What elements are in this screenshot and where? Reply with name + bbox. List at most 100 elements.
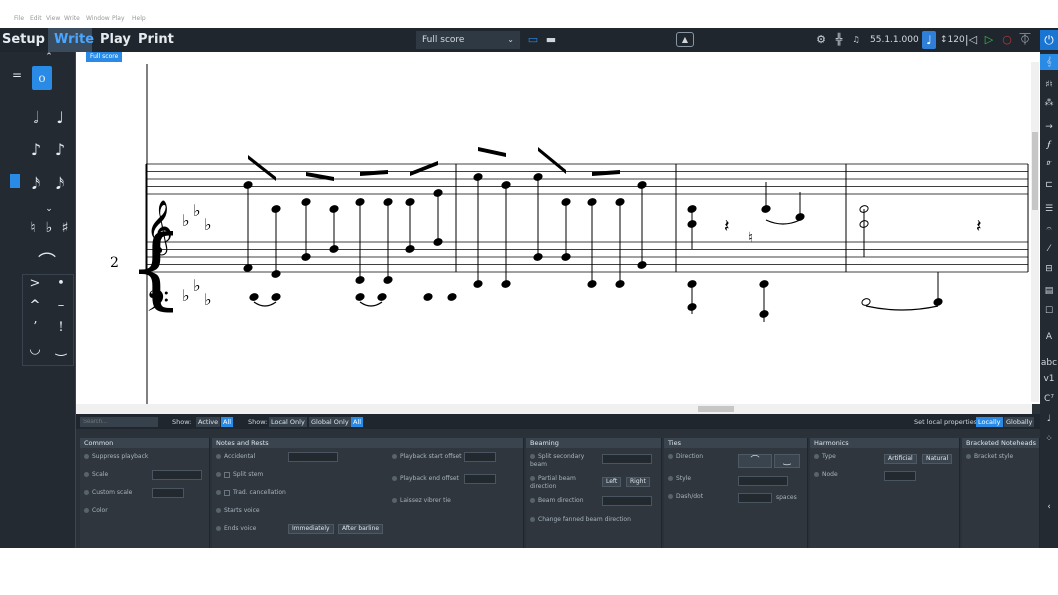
natural-button[interactable]: Natural <box>922 454 953 464</box>
clef-icon[interactable]: 𝄞 <box>1040 54 1058 70</box>
after-barline-button[interactable]: After barline <box>338 524 384 534</box>
filter-active[interactable]: Active <box>196 417 221 427</box>
dotted-icon[interactable] <box>10 174 20 188</box>
64th-note-icon[interactable]: 𝅘𝅥𝅯 <box>52 174 68 194</box>
globally-toggle[interactable]: Globally <box>1004 417 1035 427</box>
tab-print[interactable]: Print <box>132 28 174 52</box>
tab-setup[interactable]: Setup <box>0 28 48 52</box>
chord-symbol-icon[interactable]: C⁷ <box>1040 394 1058 404</box>
prop-custom-scale[interactable]: Custom scale <box>84 489 132 497</box>
filter-all[interactable]: All <box>221 417 234 427</box>
horizontal-scroll-thumb[interactable] <box>698 406 734 412</box>
prop-beam-direction[interactable]: Beam direction <box>530 497 584 505</box>
comments-icon[interactable]: ☐ <box>1040 306 1058 316</box>
menu-view[interactable]: View <box>46 15 60 22</box>
prop-suppress-playback[interactable]: Suppress playback <box>84 453 148 461</box>
prop-split-stem[interactable]: Split stem <box>216 471 263 479</box>
collapse-panel-icon[interactable]: ‹ <box>1040 502 1058 512</box>
galley-view-icon[interactable]: ▬ <box>544 32 558 48</box>
menu-write[interactable]: Write <box>64 15 80 22</box>
menu-play[interactable]: Play <box>112 15 125 22</box>
prop-laissez-vibrer[interactable]: Laissez vibrer tie <box>392 497 451 505</box>
prop-fanned-beam[interactable]: Change fanned beam direction <box>530 516 631 524</box>
custom-scale-field[interactable] <box>152 488 184 498</box>
right-button[interactable]: Right <box>626 477 650 487</box>
vertical-scrollbar[interactable] <box>1031 62 1039 402</box>
cues-icon[interactable]: ▤ <box>1040 286 1058 296</box>
menu-help[interactable]: Help <box>132 15 146 22</box>
ornaments-icon[interactable]: 𝆖 <box>1040 158 1058 168</box>
notehead-icon[interactable]: ♩ <box>1040 414 1058 424</box>
glissando-icon[interactable]: ⁄ <box>1040 244 1058 254</box>
search-input[interactable] <box>80 417 158 427</box>
prop-style[interactable]: Style <box>668 475 691 483</box>
figured-bass-icon[interactable]: ⁘ <box>1040 434 1058 444</box>
tie-icon[interactable]: ⌒ <box>32 248 62 274</box>
play-icon[interactable]: ▷ <box>982 32 996 48</box>
split-beam-field[interactable] <box>602 454 652 464</box>
prop-bracket-style[interactable]: Bracket style <box>966 453 1013 461</box>
half-note-icon[interactable]: 𝅗𝅥 <box>28 108 44 128</box>
sixteenth-note-icon[interactable]: ♪ <box>52 140 68 159</box>
prop-scale[interactable]: Scale <box>84 471 108 479</box>
menu-edit[interactable]: Edit <box>30 15 42 22</box>
prop-color[interactable]: Color <box>84 507 108 515</box>
artificial-button[interactable]: Artificial <box>884 454 917 464</box>
bars-icon[interactable]: ☰ <box>1040 204 1058 214</box>
page-view-icon[interactable]: ▭ <box>526 32 540 48</box>
prop-starts-voice[interactable]: Starts voice <box>216 507 260 515</box>
scroll-down-icon[interactable]: ⌄ <box>42 204 56 214</box>
left-button[interactable]: Left <box>602 477 622 487</box>
prop-type[interactable]: Type <box>814 453 836 461</box>
position-display[interactable]: 55.1.1.000 <box>870 32 919 48</box>
prop-node[interactable]: Node <box>814 471 838 479</box>
tempo-icon[interactable]: → <box>1040 122 1058 132</box>
repeat-icon[interactable]: ⊏ <box>1040 180 1058 190</box>
fermata-icon[interactable]: 𝄐 <box>1040 224 1058 234</box>
prop-playback-start-offset[interactable]: Playback start offset <box>392 453 462 461</box>
filter-global-only[interactable]: Global Only <box>309 417 351 427</box>
filter-all-2[interactable]: All <box>351 417 364 427</box>
horizontal-scrollbar[interactable] <box>76 404 1032 414</box>
prop-direction[interactable]: Direction <box>668 453 703 461</box>
whole-note-icon[interactable]: o <box>32 66 52 90</box>
locally-toggle[interactable]: Locally <box>976 417 1003 427</box>
time-signature-icon[interactable]: ⁂ <box>1040 98 1058 108</box>
vertical-scroll-thumb[interactable] <box>1032 132 1038 210</box>
tie-over-icon[interactable]: ⌒ <box>738 454 772 468</box>
immediately-button[interactable]: Immediately <box>288 524 334 534</box>
quarter-note-icon[interactable]: ♩ <box>52 108 68 127</box>
beam-direction-field[interactable] <box>602 496 652 506</box>
prop-accidental[interactable]: Accidental <box>216 453 255 461</box>
dash-dot-field[interactable] <box>738 493 772 503</box>
prop-split-secondary-beam[interactable]: Split secondary beam <box>530 453 590 469</box>
playback-icon[interactable]: ♫ <box>850 32 862 48</box>
prop-ends-voice[interactable]: Ends voice <box>216 525 256 533</box>
tab-play[interactable]: Play <box>94 28 132 52</box>
scale-field[interactable] <box>152 470 202 480</box>
power-icon[interactable]: ⏻ <box>1040 30 1058 50</box>
key-signature-icon[interactable]: ♯♮ <box>1040 80 1058 90</box>
hub-button[interactable]: ▲ <box>676 32 694 47</box>
playback-start-field[interactable] <box>464 452 496 462</box>
flat-icon[interactable]: ♭ <box>42 220 56 236</box>
tempo-note-icon[interactable]: ♩ <box>922 31 936 49</box>
playback-end-field[interactable] <box>464 474 496 484</box>
accidental-field[interactable] <box>288 452 338 462</box>
breve-icon[interactable]: = <box>8 66 26 84</box>
faders-icon[interactable]: ╬ <box>832 32 846 48</box>
jump-icon[interactable]: ⊟ <box>1040 264 1058 274</box>
scroll-up-icon[interactable]: ⌃ <box>42 52 56 62</box>
sharp-icon[interactable]: ♯ <box>58 220 72 236</box>
menu-file[interactable]: File <box>14 15 24 22</box>
record-icon[interactable]: ○ <box>1000 32 1014 48</box>
eighth-note-icon[interactable]: ♪ <box>28 140 44 159</box>
tempo-value[interactable]: ↕120 <box>940 32 965 48</box>
score-view[interactable]: Full score 2 { 𝄞 𝄢 ♭ ♭ ♭ ♭ ♭ ♭ 𝄽 𝄽 ♮ + <box>76 52 1040 404</box>
tie-under-icon[interactable]: ‿ <box>774 454 800 468</box>
style-field[interactable] <box>738 476 788 486</box>
layout-selector[interactable]: Full score ⌄ <box>416 31 520 49</box>
dynamics-icon[interactable]: 𝆑 <box>1040 140 1058 150</box>
metronome-icon[interactable]: ⏁ <box>1018 32 1032 48</box>
node-field[interactable] <box>884 471 916 481</box>
